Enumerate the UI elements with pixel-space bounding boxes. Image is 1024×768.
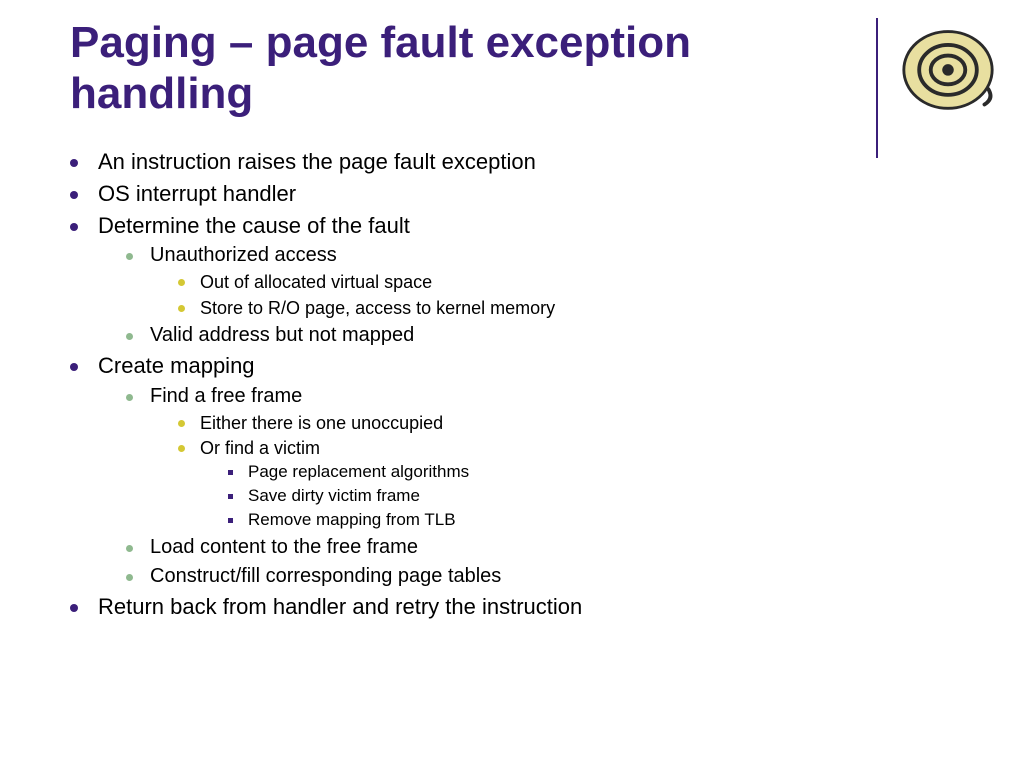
list-item: Save dirty victim frame xyxy=(228,485,954,508)
list-item: Store to R/O page, access to kernel memo… xyxy=(178,296,954,320)
slide-title: Paging – page fault exception handling xyxy=(70,18,830,119)
list-item-text: OS interrupt handler xyxy=(98,181,296,206)
bullet-list-level-3: Either there is one unoccupied Or find a … xyxy=(150,411,954,532)
list-item-text: Remove mapping from TLB xyxy=(248,510,456,529)
slide-content: An instruction raises the page fault exc… xyxy=(70,147,954,621)
list-item-text: An instruction raises the page fault exc… xyxy=(98,149,536,174)
list-item: Remove mapping from TLB xyxy=(228,509,954,532)
slide: Paging – page fault exception handling A… xyxy=(0,0,1024,768)
list-item: Valid address but not mapped xyxy=(126,322,954,349)
bullet-list-level-3: Out of allocated virtual space Store to R… xyxy=(150,270,954,320)
list-item-text: Load content to the free frame xyxy=(150,536,418,558)
list-item-text: Find a free frame xyxy=(150,385,302,407)
bullet-list-level-1: An instruction raises the page fault exc… xyxy=(70,147,954,621)
list-item: Return back from handler and retry the i… xyxy=(70,592,954,622)
list-item-text: Page replacement algorithms xyxy=(248,462,469,481)
bullet-list-level-2: Unauthorized access Out of allocated virt… xyxy=(98,242,954,349)
list-item-text: Return back from handler and retry the i… xyxy=(98,594,582,619)
list-item-text: Out of allocated virtual space xyxy=(200,272,432,292)
list-item: Page replacement algorithms xyxy=(228,461,954,484)
list-item-text: Construct/fill corresponding page tables xyxy=(150,565,501,587)
list-item-text: Unauthorized access xyxy=(150,244,337,266)
list-item-text: Determine the cause of the fault xyxy=(98,213,410,238)
list-item-text: Valid address but not mapped xyxy=(150,324,414,346)
list-item: Construct/fill corresponding page tables xyxy=(126,563,954,590)
list-item: Create mapping Find a free frame Either th… xyxy=(70,351,954,590)
list-item: Find a free frame Either there is one uno… xyxy=(126,383,954,532)
list-item-text: Or find a victim xyxy=(200,438,320,458)
shell-icon xyxy=(900,20,996,116)
bullet-list-level-4: Page replacement algorithms Save dirty vi… xyxy=(200,461,954,532)
list-item: Determine the cause of the fault Unauthor… xyxy=(70,211,954,349)
bullet-list-level-2: Find a free frame Either there is one uno… xyxy=(98,383,954,590)
list-item: Load content to the free frame xyxy=(126,534,954,561)
list-item: OS interrupt handler xyxy=(70,179,954,209)
list-item: Unauthorized access Out of allocated virt… xyxy=(126,242,954,320)
vertical-divider xyxy=(876,18,878,158)
list-item: An instruction raises the page fault exc… xyxy=(70,147,954,177)
list-item-text: Store to R/O page, access to kernel memo… xyxy=(200,298,555,318)
list-item-text: Either there is one unoccupied xyxy=(200,413,443,433)
list-item: Either there is one unoccupied xyxy=(178,411,954,435)
list-item-text: Save dirty victim frame xyxy=(248,486,420,505)
list-item: Or find a victim Page replacement algorit… xyxy=(178,436,954,532)
list-item: Out of allocated virtual space xyxy=(178,270,954,294)
list-item-text: Create mapping xyxy=(98,353,255,378)
